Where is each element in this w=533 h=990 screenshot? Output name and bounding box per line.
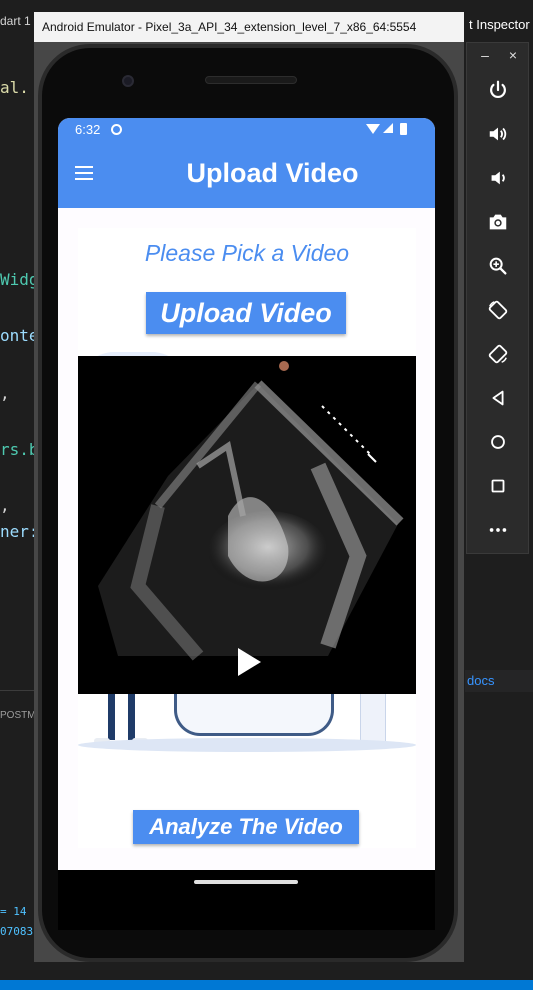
status-bar: 6:32 — [58, 118, 435, 142]
code-line: = 14 — [0, 905, 27, 918]
analyze-video-button[interactable]: Analyze The Video — [133, 810, 359, 844]
overview-button[interactable] — [477, 467, 519, 505]
notification-icon — [111, 124, 122, 135]
desktop: dart 1 al. Widg onte , rs.b , ner: POSTM… — [0, 0, 533, 990]
toolbar-header: – × — [467, 43, 530, 71]
camera-icon — [489, 214, 507, 230]
back-icon — [492, 390, 504, 406]
illustration-figure — [108, 688, 115, 740]
inspector-tab[interactable]: t Inspector — [465, 12, 533, 38]
home-gesture-handle[interactable] — [194, 880, 298, 884]
overview-icon — [491, 479, 505, 493]
panel-divider — [0, 690, 36, 691]
power-button[interactable] — [477, 71, 519, 109]
front-camera — [122, 75, 134, 87]
code-line: Widg — [0, 270, 39, 289]
illustration-frame — [174, 688, 334, 736]
page-title: Upload Video — [186, 158, 359, 188]
back-button[interactable] — [477, 379, 519, 417]
emulator-title[interactable]: Android Emulator - Pixel_3a_API_34_exten… — [34, 12, 464, 42]
illustration-figure — [128, 688, 135, 740]
rotate-right-button[interactable] — [477, 335, 519, 373]
more-icon — [489, 528, 507, 532]
volume-down-icon — [491, 171, 505, 185]
status-time: 6:32 — [75, 122, 101, 137]
video-player[interactable] — [78, 356, 416, 694]
app-bar: Upload Video — [58, 142, 435, 208]
zoom-icon — [489, 257, 507, 275]
code-line: , — [0, 496, 10, 515]
docs-link[interactable]: docs — [465, 670, 533, 692]
screenshot-button[interactable] — [477, 203, 519, 241]
app-screen: 6:32 Upload Video Please Pick a Video Up… — [58, 118, 435, 870]
rotate-left-button[interactable] — [477, 291, 519, 329]
illustration-floor — [78, 738, 416, 752]
emulator-toolbar: – × — [466, 42, 529, 554]
volume-up-button[interactable] — [477, 115, 519, 153]
power-icon — [490, 80, 506, 99]
editor-tab-label[interactable]: dart 1 — [0, 14, 31, 28]
wifi-icon — [366, 124, 380, 134]
panel-tab-label[interactable]: POSTM — [0, 710, 36, 721]
code-line: , — [0, 384, 10, 403]
home-button[interactable] — [477, 423, 519, 461]
play-icon[interactable] — [238, 648, 261, 676]
volume-down-button[interactable] — [477, 159, 519, 197]
earpiece-speaker — [205, 76, 297, 84]
pick-video-prompt: Please Pick a Video — [144, 240, 350, 266]
home-icon — [491, 435, 505, 449]
upload-video-button[interactable]: Upload Video — [146, 292, 346, 334]
taskbar — [0, 980, 533, 990]
code-line: rs.b — [0, 440, 39, 459]
code-line: onte — [0, 326, 39, 345]
rotate-left-icon — [488, 300, 508, 320]
volume-up-icon — [489, 127, 507, 141]
battery-icon — [400, 123, 407, 135]
echocardiogram-frame — [98, 361, 404, 661]
code-line: al. — [0, 78, 29, 97]
zoom-button[interactable] — [477, 247, 519, 285]
gesture-nav-bar — [58, 870, 435, 930]
more-button[interactable] — [477, 511, 519, 549]
rotate-right-icon — [488, 344, 508, 364]
minimize-button[interactable]: – — [475, 47, 495, 63]
main-content: Please Pick a Video Upload Video Analyze… — [78, 228, 416, 848]
signal-icon — [383, 123, 393, 133]
code-line: 07083 — [0, 925, 34, 938]
close-button[interactable]: × — [503, 47, 523, 63]
code-line: ner: — [0, 522, 39, 541]
